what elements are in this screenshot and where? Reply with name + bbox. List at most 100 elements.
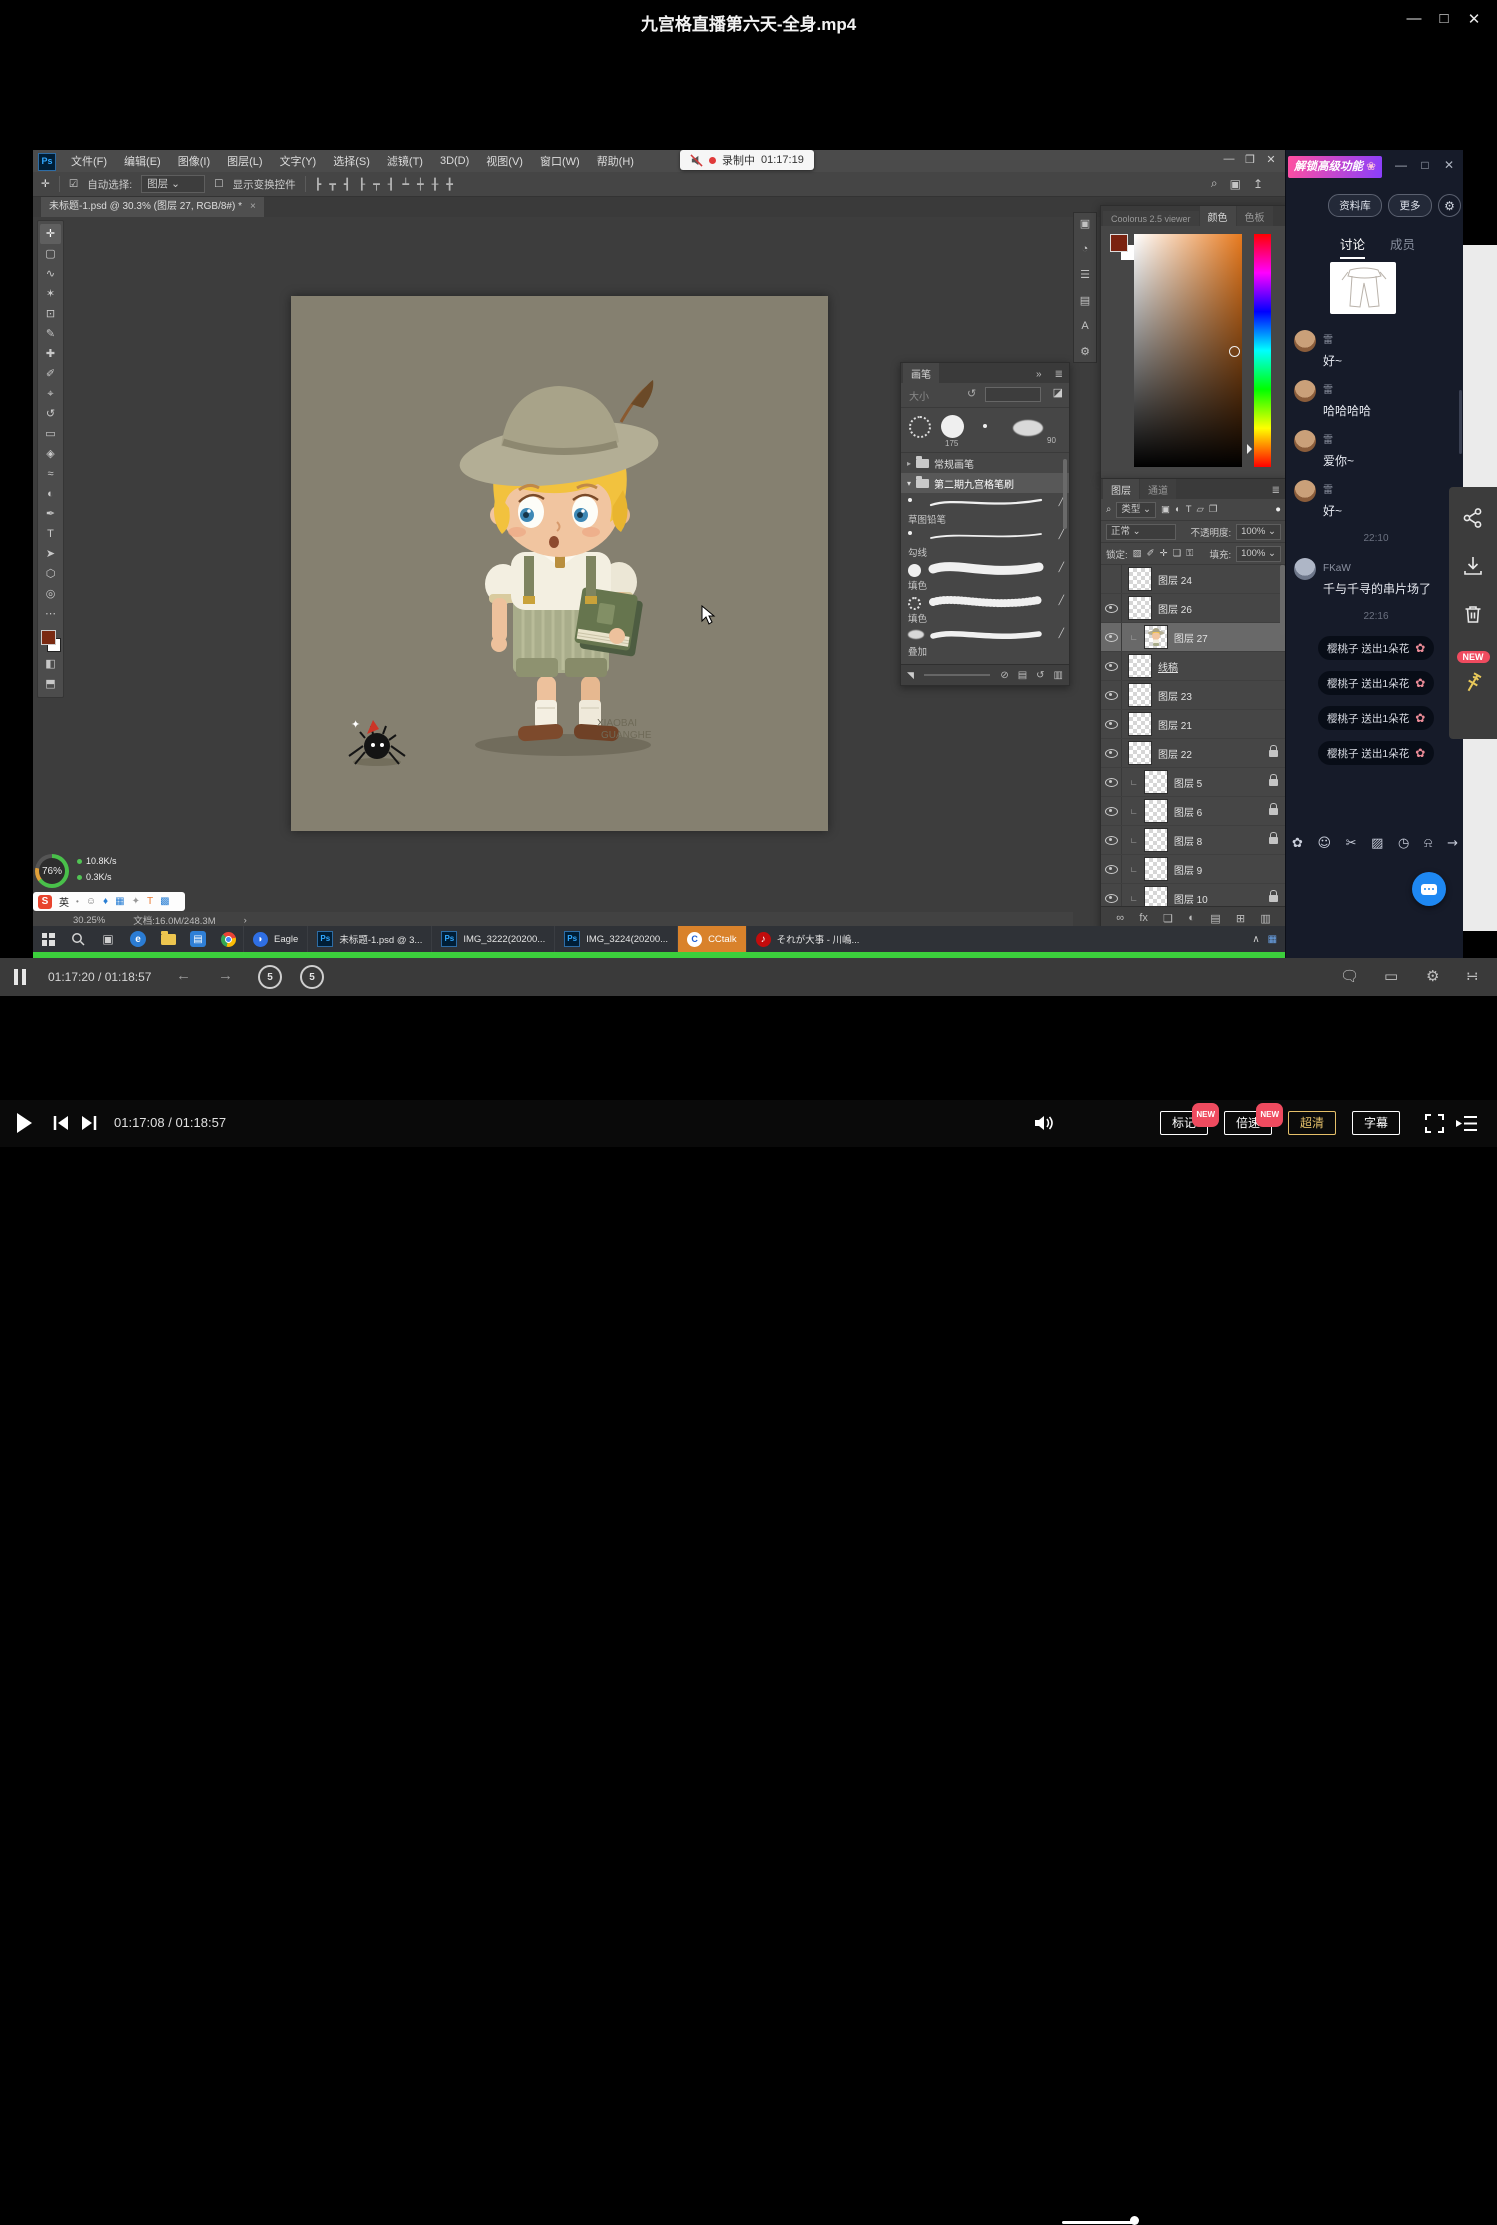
layer-row[interactable]: ∟图层 6 (1101, 797, 1286, 826)
player-button-字幕[interactable]: 字幕 (1352, 1111, 1400, 1135)
channels-tab[interactable]: 通道 (1140, 479, 1176, 499)
avatar[interactable] (1294, 380, 1316, 402)
fill-value[interactable]: 100% ⌄ (1236, 546, 1281, 562)
collapsed-panel-icon[interactable]: ⚙ (1080, 345, 1090, 358)
brush-footer-icon[interactable]: ▥ (1054, 670, 1063, 681)
auto-select-checkbox[interactable]: ☑ (69, 178, 78, 190)
layer-name[interactable]: 线稿 (1158, 659, 1178, 674)
avatar[interactable] (1294, 480, 1316, 502)
layer-visibility-toggle[interactable] (1101, 681, 1122, 709)
panel-collapse-icon[interactable]: » (1030, 366, 1048, 383)
screen-mode-icon[interactable]: ⬒ (40, 674, 61, 694)
brush-item[interactable]: ╱草图铅笔 (901, 493, 1069, 526)
start-button[interactable] (33, 926, 63, 952)
layer-name[interactable]: 图层 24 (1158, 572, 1192, 587)
brush-item[interactable]: ╱叠加 (901, 625, 1069, 658)
player-settings-icon[interactable]: ⚙ (1426, 967, 1439, 985)
menu-item-4[interactable]: 文字(Y) (280, 153, 317, 169)
type-tool[interactable]: T (40, 524, 61, 544)
chat-minimize-icon[interactable]: — (1392, 158, 1410, 172)
zoom-percent[interactable]: 30.25% (73, 915, 105, 926)
pen-tool[interactable]: ✒ (40, 504, 61, 524)
layer-name[interactable]: 图层 26 (1158, 601, 1192, 616)
grid-icon[interactable]: ▩ (160, 896, 169, 907)
download-icon[interactable] (1462, 555, 1484, 577)
delete-layer-icon[interactable]: ▥ (1260, 912, 1270, 925)
chat-settings-icon[interactable]: ⚙ (1438, 194, 1461, 217)
align-icon[interactable]: ┫ (344, 178, 351, 191)
menu-item-0[interactable]: 文件(F) (71, 153, 107, 169)
file-explorer-icon[interactable] (153, 926, 183, 952)
ps-maximize-icon[interactable]: ❒ (1240, 153, 1260, 166)
magic-wand-tool[interactable]: ✶ (40, 284, 61, 304)
menu-item-3[interactable]: 图层(L) (227, 153, 262, 169)
collapsed-panel-icon[interactable]: ☰ (1080, 268, 1090, 281)
filter-adjust-icon[interactable]: ◐ (1175, 504, 1181, 515)
gradient-tool[interactable]: ◈ (40, 444, 61, 464)
taskbar-window-1[interactable]: PsIMG_3222(20200... (431, 926, 554, 952)
angle-control[interactable]: ◥ (907, 670, 914, 681)
fullscreen-icon[interactable] (1424, 1113, 1445, 1134)
layer-visibility-toggle[interactable] (1101, 768, 1122, 796)
filter-type-dropdown[interactable]: 类型 ⌄ (1116, 502, 1156, 518)
smudge-tool[interactable]: ≈ (40, 464, 61, 484)
layer-row[interactable]: ∟图层 9 (1101, 855, 1286, 884)
avatar[interactable] (1294, 430, 1316, 452)
layer-row[interactable]: ∟图层 8 (1101, 826, 1286, 855)
opacity-value[interactable]: 100% ⌄ (1236, 524, 1281, 540)
layer-row[interactable]: 线稿 (1101, 652, 1286, 681)
menu-item-9[interactable]: 窗口(W) (540, 153, 580, 169)
image-icon[interactable]: ▨ (1371, 836, 1383, 851)
taskbar-window-0[interactable]: Ps未标题-1.psd @ 3... (307, 926, 431, 952)
layer-thumbnail[interactable] (1128, 683, 1152, 707)
layer-name[interactable]: 图层 8 (1174, 833, 1202, 848)
keyboard-icon[interactable]: ▦ (115, 896, 124, 907)
eraser-tool[interactable]: ▭ (40, 424, 61, 444)
prev-frame-button[interactable] (52, 1114, 70, 1132)
brush-item[interactable]: ╱填色 (901, 559, 1069, 592)
auto-select-target-dropdown[interactable]: 图层 ⌄ (141, 175, 205, 193)
pin-icon[interactable] (1461, 671, 1485, 697)
coolorus-tab[interactable]: Coolorus 2.5 viewer (1103, 211, 1199, 226)
layer-row[interactable]: 图层 21 (1101, 710, 1286, 739)
search-icon[interactable]: ⌕ (1211, 176, 1218, 191)
next-frame-button[interactable] (80, 1114, 98, 1132)
minimize-icon[interactable]: — (1399, 10, 1429, 28)
filter-shape-icon[interactable]: ▱ (1197, 504, 1204, 515)
canvas-artboard[interactable]: ✦ (291, 296, 828, 831)
filter-pixel-icon[interactable]: ▣ (1161, 504, 1170, 515)
filter-toggle[interactable]: ● (1275, 504, 1281, 515)
player-button-超清[interactable]: 超清 (1288, 1111, 1336, 1135)
menu-item-5[interactable]: 选择(S) (333, 153, 370, 169)
sogou-icon[interactable]: S (38, 895, 52, 909)
swatches-tab[interactable]: 色板 (1237, 206, 1273, 226)
lasso-tool[interactable]: ∿ (40, 264, 61, 284)
menu-item-10[interactable]: 帮助(H) (597, 153, 634, 169)
layer-visibility-toggle[interactable] (1101, 797, 1122, 825)
more-tools[interactable]: ⋯ (40, 604, 61, 624)
ime-toolbar[interactable]: S 英 • ☺ ♦ ▦ ✦ T ▩ (33, 892, 185, 911)
brush-panel-tab[interactable]: 画笔 (903, 363, 939, 383)
player-button-倍速[interactable]: 倍速NEW (1224, 1111, 1272, 1135)
quick-mask-icon[interactable]: ◧ (40, 654, 61, 674)
edge-icon[interactable]: e (123, 926, 153, 952)
menu-item-1[interactable]: 编辑(E) (124, 153, 161, 169)
pressure-icon[interactable]: ◪ (1053, 386, 1063, 399)
notify-icon[interactable]: ⍾ (1424, 836, 1433, 851)
color-tab[interactable]: 颜色 (1200, 206, 1236, 226)
layer-thumbnail[interactable] (1144, 770, 1168, 794)
layer-group-icon[interactable]: ▤ (1210, 912, 1220, 925)
new-layer-icon[interactable]: ⊞ (1236, 912, 1245, 925)
mic-icon[interactable]: ♦ (103, 896, 108, 907)
danmaku-icon[interactable]: 🗨 (1340, 967, 1359, 985)
seek-back-icon[interactable]: ← (176, 967, 191, 984)
shape-tool[interactable]: ⬡ (40, 564, 61, 584)
brush-footer-icon[interactable]: ↺ (1036, 670, 1044, 681)
chrome-icon[interactable] (213, 926, 243, 952)
tab-close-icon[interactable]: × (250, 197, 256, 217)
lock-transparent-icon[interactable]: ▨ (1133, 548, 1142, 559)
align-icon[interactable]: ┣ (315, 178, 322, 191)
adjustment-layer-icon[interactable]: ◐ (1188, 912, 1195, 924)
taskbar-eagle[interactable]: ◗ Eagle (243, 926, 307, 952)
layer-row[interactable]: 图层 26 (1101, 594, 1286, 623)
